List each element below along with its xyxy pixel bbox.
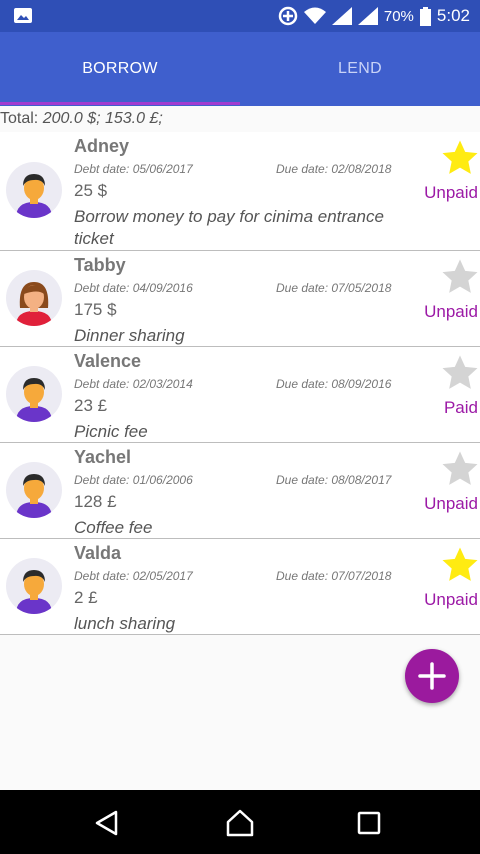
star-icon[interactable] <box>440 257 480 297</box>
total-label: Total: <box>0 110 39 127</box>
entry-note: Coffee fee <box>74 518 153 537</box>
entry-amount: 128 £ <box>74 492 117 511</box>
due-date: Due date: 07/07/2018 <box>276 569 392 583</box>
list-item[interactable]: Valda Debt date: 02/05/2017 Due date: 07… <box>0 539 480 635</box>
star-icon[interactable] <box>440 353 480 393</box>
star-icon[interactable] <box>440 138 480 178</box>
wifi-icon <box>303 7 326 24</box>
payment-status: Unpaid <box>424 590 478 609</box>
list-item[interactable]: Valence Debt date: 02/03/2014 Due date: … <box>0 347 480 443</box>
list-item[interactable]: Adney Debt date: 05/06/2017 Due date: 02… <box>0 132 480 251</box>
recents-icon[interactable] <box>354 808 384 838</box>
entry-name: Tabby <box>74 255 126 275</box>
male-avatar-icon <box>16 174 52 218</box>
entry-note: Picnic fee <box>74 422 148 441</box>
due-date: Due date: 02/08/2018 <box>276 162 392 176</box>
entry-note: Borrow money to pay for cinima entrance … <box>74 207 384 248</box>
image-notification-icon <box>14 8 32 23</box>
signal-icon <box>331 7 352 25</box>
payment-status: Paid <box>443 398 478 417</box>
avatar <box>6 270 62 326</box>
home-icon[interactable] <box>225 808 255 838</box>
entry-note: Dinner sharing <box>74 326 185 345</box>
tab-borrow[interactable]: BORROW <box>0 32 240 106</box>
entry-amount: 2 £ <box>74 588 98 607</box>
status-bar: 70% 5:02 <box>0 0 480 32</box>
female-avatar-icon <box>16 282 52 326</box>
total-summary: Total: 200.0 $; 153.0 £; <box>0 110 163 128</box>
male-avatar-icon <box>16 570 52 614</box>
star-icon[interactable] <box>440 545 480 585</box>
debt-list: Adney Debt date: 05/06/2017 Due date: 02… <box>0 132 480 635</box>
total-amount: 200.0 $; 153.0 £; <box>42 110 163 127</box>
signal-icon-2 <box>357 7 378 25</box>
avatar <box>6 162 62 218</box>
entry-note: lunch sharing <box>74 614 176 633</box>
payment-status: Unpaid <box>424 494 478 513</box>
male-avatar-icon <box>16 474 52 518</box>
entry-name: Adney <box>74 136 130 156</box>
debt-date: Debt date: 02/05/2017 <box>74 569 193 583</box>
back-icon[interactable] <box>92 808 122 838</box>
app-bar: BORROW LEND <box>0 32 480 106</box>
due-date: Due date: 08/09/2016 <box>276 377 392 391</box>
avatar <box>6 558 62 614</box>
tab-lend[interactable]: LEND <box>240 32 480 106</box>
entry-amount: 25 $ <box>74 181 108 200</box>
battery-percent: 70% <box>383 7 414 25</box>
system-nav-bar <box>0 790 480 854</box>
battery-icon <box>419 6 431 26</box>
due-date: Due date: 07/05/2018 <box>276 281 392 295</box>
list-item[interactable]: Yachel Debt date: 01/06/2006 Due date: 0… <box>0 443 480 539</box>
entry-amount: 23 £ <box>74 396 108 415</box>
tab-indicator <box>0 102 240 105</box>
payment-status: Unpaid <box>424 183 478 202</box>
entry-name: Yachel <box>74 447 132 467</box>
clock: 5:02 <box>436 6 470 25</box>
entry-name: Valda <box>74 543 122 563</box>
avatar <box>6 462 62 518</box>
entry-amount: 175 $ <box>74 300 117 319</box>
star-icon[interactable] <box>440 449 480 489</box>
debt-date: Debt date: 01/06/2006 <box>74 473 193 487</box>
due-date: Due date: 08/08/2017 <box>276 473 392 487</box>
payment-status: Unpaid <box>424 302 478 321</box>
male-avatar-icon <box>16 378 52 422</box>
debt-date: Debt date: 04/09/2016 <box>74 281 193 295</box>
avatar <box>6 366 62 422</box>
debt-date: Debt date: 05/06/2017 <box>74 162 193 176</box>
entry-name: Valence <box>74 351 142 371</box>
list-item[interactable]: Tabby Debt date: 04/09/2016 Due date: 07… <box>0 251 480 347</box>
debt-date: Debt date: 02/03/2014 <box>74 377 193 391</box>
data-saver-icon <box>278 6 298 26</box>
plus-icon <box>418 662 446 690</box>
status-icons: 70% 5:02 <box>278 0 470 32</box>
add-entry-button[interactable] <box>405 649 459 703</box>
